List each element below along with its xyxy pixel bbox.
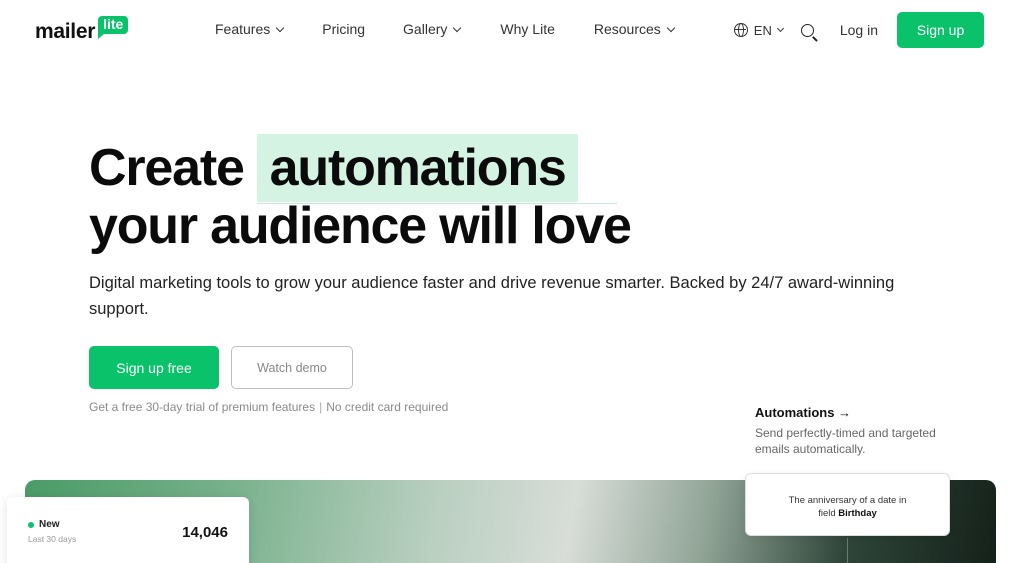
menu-item-resources[interactable]: Resources [593, 21, 676, 37]
top-navigation: mailer lite Features Pricing Gallery Why… [0, 0, 1024, 60]
globe-icon [733, 23, 748, 37]
chevron-down-icon [666, 23, 676, 32]
chevron-down-icon [453, 23, 462, 32]
hero-title-line1: Create automations [89, 134, 617, 204]
sign-up-free-button[interactable]: Sign up free [89, 346, 219, 389]
stat-sublabel: Last 30 days [28, 534, 77, 544]
chevron-down-icon [276, 23, 285, 32]
trial-note-no-card: No credit card required [326, 400, 449, 414]
menu-item-label: Features [215, 21, 271, 37]
menu-item-label: Why Lite [500, 21, 555, 37]
automation-trigger-card: The anniversary of a date in field Birth… [745, 473, 950, 536]
menu-item-label: Gallery [403, 21, 448, 37]
login-link[interactable]: Log in [840, 22, 878, 38]
subscriber-stat-card: New Last 30 days 14,046 [7, 497, 249, 563]
trigger-field-prefix: field [818, 508, 836, 519]
trial-note: Get a free 30-day trial of premium featu… [89, 400, 448, 414]
language-label: EN [753, 22, 772, 38]
main-menu: Features Pricing Gallery Why Lite Resour… [215, 21, 676, 37]
chevron-down-icon [776, 24, 784, 33]
logo-badge: lite [98, 16, 129, 39]
trigger-text: The anniversary of a date in [788, 495, 907, 506]
menu-item-features[interactable]: Features [215, 21, 285, 37]
language-selector[interactable]: EN [733, 22, 784, 38]
watch-demo-button[interactable]: Watch demo [231, 346, 353, 389]
menu-item-label: Resources [593, 21, 661, 37]
logo-wordmark: mailer [35, 20, 96, 43]
trigger-field-name: Birthday [838, 508, 877, 519]
mailerlite-logo[interactable]: mailer lite [35, 14, 129, 43]
trial-note-features: Get a free 30-day trial of premium featu… [89, 400, 316, 414]
nav-actions: EN Log in Sign up [733, 12, 984, 48]
menu-item-why-lite[interactable]: Why Lite [500, 21, 554, 37]
hero-lead-text: Digital marketing tools to grow your aud… [89, 274, 895, 318]
stat-label: New [39, 519, 60, 530]
menu-item-pricing[interactable]: Pricing [322, 21, 365, 37]
trigger-field: field Birthday [746, 507, 949, 520]
divider: | [319, 400, 323, 414]
hero-title-prefix: Create [89, 139, 245, 197]
stat-value: 14,046 [182, 524, 228, 541]
automations-link[interactable]: Automations → [755, 405, 851, 420]
automations-description: Send perfectly-timed and targeted emails… [755, 426, 936, 456]
workflow-connector-line [847, 538, 848, 563]
hero-title-line2: your audience will love [89, 197, 632, 255]
status-dot-icon [28, 522, 34, 528]
menu-item-gallery[interactable]: Gallery [403, 21, 462, 37]
hero-title-highlight: automations [256, 134, 617, 204]
signup-button[interactable]: Sign up [897, 12, 984, 48]
search-icon[interactable] [800, 23, 814, 37]
menu-item-label: Pricing [322, 21, 366, 37]
